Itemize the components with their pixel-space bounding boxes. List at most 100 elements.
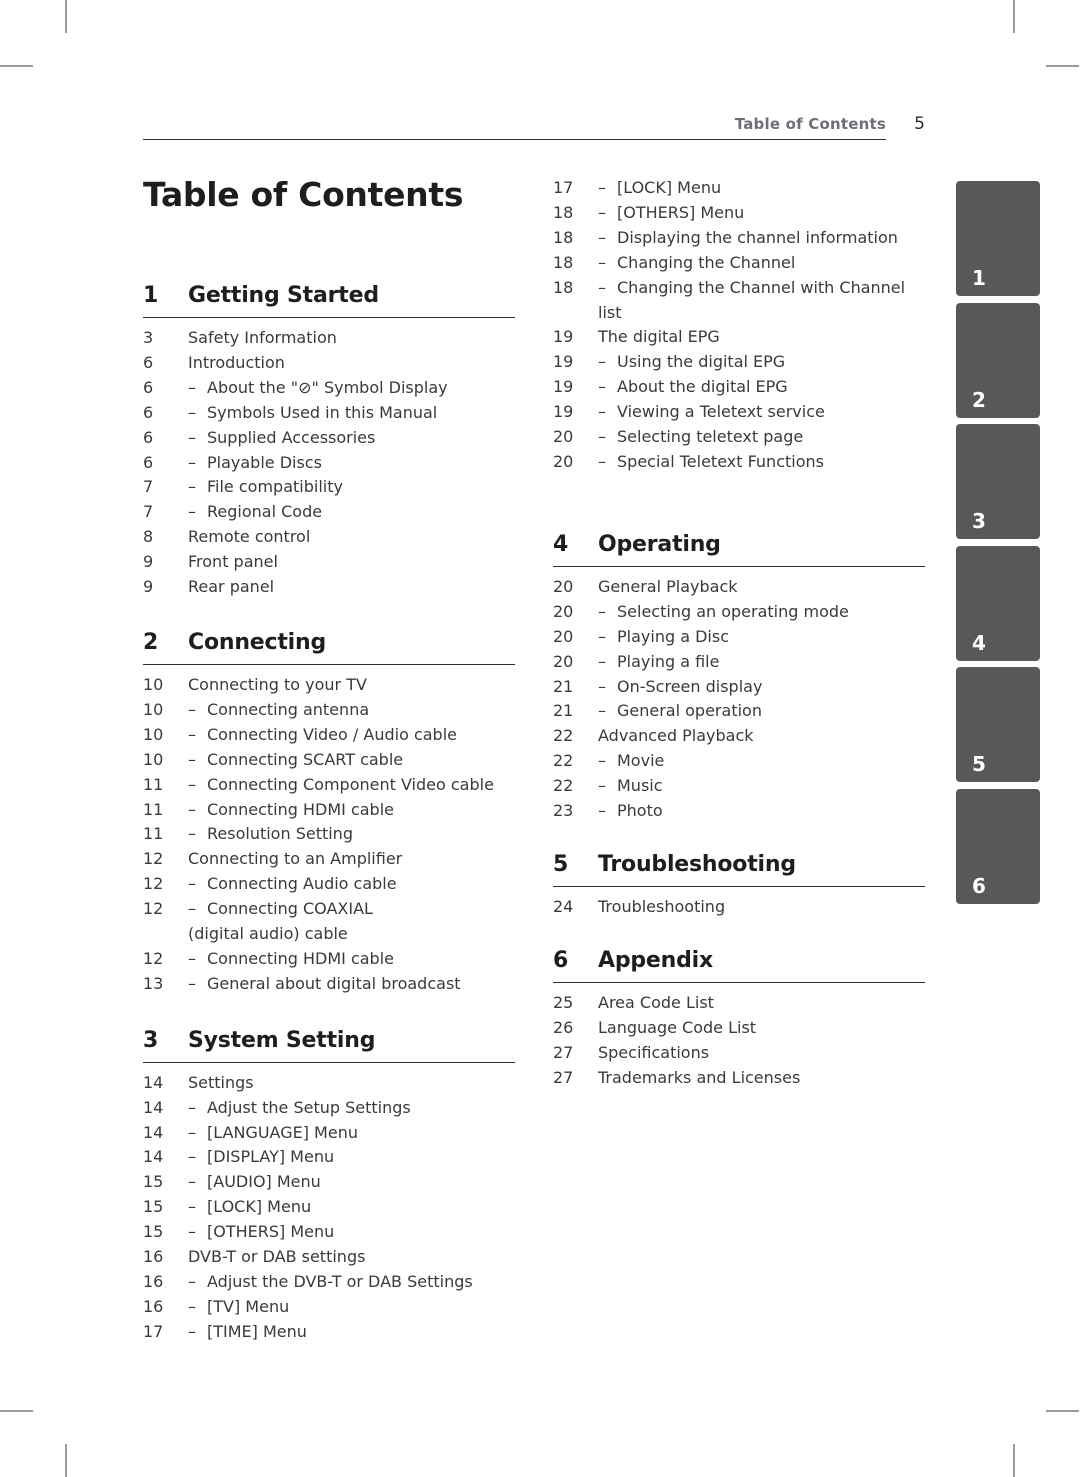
toc-entry[interactable]: 9 Rear panel (143, 575, 515, 600)
toc-entry-page: 15 (143, 1222, 164, 1242)
toc-entry-page: 17 (143, 1321, 164, 1341)
toc-entry[interactable]: 14 – [LANGUAGE] Menu (143, 1121, 515, 1146)
toc-entry[interactable]: 20 – Playing a file (553, 650, 925, 675)
toc-entry[interactable]: 25 Area Code List (553, 991, 925, 1016)
toc-entry[interactable]: 11 – Connecting Component Video cable (143, 773, 515, 798)
toc-entry[interactable]: 15 – [AUDIO] Menu (143, 1170, 515, 1195)
toc-entry[interactable]: 27 Trademarks and Licenses (553, 1066, 925, 1091)
toc-entry-text-wrap: – [LOCK] Menu (598, 176, 925, 201)
toc-entry-text-wrap: – About the "⊘" Symbol Display (188, 376, 515, 401)
dash-bullet: – (598, 377, 606, 397)
toc-entry[interactable]: 20 – Selecting an operating mode (553, 600, 925, 625)
section-title: Connecting (188, 629, 327, 655)
toc-entry[interactable]: 14 – Adjust the Setup Settings (143, 1096, 515, 1121)
toc-entry[interactable]: 12 – Connecting Audio cable (143, 872, 515, 897)
toc-entry[interactable]: 10 – Connecting antenna (143, 698, 515, 723)
toc-entry[interactable]: 7 – File compatibility (143, 475, 515, 500)
chapter-tab-1[interactable]: 1 (956, 181, 1040, 296)
toc-entry[interactable]: 18 – Displaying the channel information (553, 226, 925, 251)
chapter-tab-label: 5 (972, 752, 986, 777)
toc-entry-text-wrap: – General operation (598, 699, 925, 724)
toc-entry[interactable]: 15 – [LOCK] Menu (143, 1195, 515, 1220)
toc-entry[interactable]: 20 – Special Teletext Functions (553, 450, 925, 475)
toc-entry[interactable]: 13 – General about digital broadcast (143, 972, 515, 997)
toc-entry[interactable]: 23 – Photo (553, 799, 925, 824)
toc-entry-page: 3 (143, 328, 154, 347)
toc-entry[interactable]: 27 Specifications (553, 1041, 925, 1066)
dash-bullet: – (188, 899, 196, 919)
toc-entry[interactable]: 16 – Adjust the DVB-T or DAB Settings (143, 1270, 515, 1295)
toc-entry[interactable]: 18 – Changing the Channel (553, 251, 925, 276)
running-header-title: Table of Contents (734, 115, 886, 133)
toc-entry[interactable]: 19 – About the digital EPG (553, 375, 925, 400)
toc-entry[interactable]: 22 – Music (553, 774, 925, 799)
toc-entry-text-wrap: – On-Screen display (598, 675, 925, 700)
toc-entry-text-wrap: – Connecting Video / Audio cable (188, 723, 515, 748)
toc-entry[interactable]: 12 – Connecting COAXIAL (digital audio) cab… (143, 897, 515, 947)
chapter-tab-3[interactable]: 3 (956, 424, 1040, 540)
toc-entry[interactable]: 20 – Playing a Disc (553, 625, 925, 650)
chapter-tab-2[interactable]: 2 (956, 302, 1040, 418)
toc-entry[interactable]: 11 – Resolution Setting (143, 822, 515, 847)
toc-entry-text: Connecting SCART cable (207, 749, 404, 769)
toc-entry-text: Selecting an operating mode (617, 601, 849, 621)
toc-entry[interactable]: 14 – [DISPLAY] Menu (143, 1145, 515, 1170)
toc-entry[interactable]: 15 – [OTHERS] Menu (143, 1220, 515, 1245)
toc-entry[interactable]: 24 Troubleshooting (553, 895, 925, 920)
chapter-tab-4[interactable]: 4 (956, 545, 1040, 661)
toc-entry[interactable]: 3 Safety Information (143, 326, 515, 351)
dash-bullet: – (598, 427, 606, 447)
toc-entry[interactable]: 22 Advanced Playback (553, 724, 925, 749)
toc-entry-text: Connecting Audio cable (207, 874, 397, 894)
toc-entry[interactable]: 17 – [LOCK] Menu (553, 176, 925, 201)
toc-entry-text: [TV] Menu (207, 1296, 290, 1316)
toc-entry[interactable]: 18 – [OTHERS] Menu (553, 201, 925, 226)
toc-entry[interactable]: 6 – About the "⊘" Symbol Display (143, 376, 515, 401)
toc-entry[interactable]: 20 – Selecting teletext page (553, 425, 925, 450)
toc-entry[interactable]: 6 Introduction (143, 351, 515, 376)
chapter-tab-5[interactable]: 5 (956, 667, 1040, 783)
toc-entry[interactable]: 21 – On-Screen display (553, 675, 925, 700)
dash-bullet: – (188, 724, 196, 744)
toc-entry-page: 20 (553, 576, 574, 596)
section-title: Troubleshooting (598, 851, 796, 877)
toc-entry[interactable]: 9 Front panel (143, 550, 515, 575)
toc-entry[interactable]: 8 Remote control (143, 525, 515, 550)
toc-entry[interactable]: 21 – General operation (553, 699, 925, 724)
toc-entry-page: 12 (143, 899, 164, 919)
section-number: 1 (143, 283, 159, 308)
toc-entry[interactable]: 10 – Connecting SCART cable (143, 748, 515, 773)
toc-entry[interactable]: 11 – Connecting HDMI cable (143, 798, 515, 823)
toc-entry[interactable]: 12 Connecting to an Amplifier (143, 847, 515, 872)
toc-entry[interactable]: 6 – Supplied Accessories (143, 426, 515, 451)
dash-bullet: – (188, 477, 196, 497)
dash-bullet: – (598, 701, 606, 721)
toc-entry[interactable]: 12 – Connecting HDMI cable (143, 947, 515, 972)
toc-entry[interactable]: 18 – Changing the Channel with Channel list (553, 276, 925, 326)
toc-entry[interactable]: 6 – Playable Discs (143, 451, 515, 476)
toc-entry[interactable]: 19 The digital EPG (553, 325, 925, 350)
chapter-tab-label: 6 (972, 873, 986, 898)
toc-entry-page: 25 (553, 992, 574, 1012)
section-appendix: 6 Appendix 25 Area Code List 26 Language Code… (553, 948, 925, 1091)
toc-entry-text-wrap: – Regional Code (188, 500, 515, 525)
toc-entry[interactable]: 10 – Connecting Video / Audio cable (143, 723, 515, 748)
toc-entry[interactable]: 16 DVB-T or DAB settings (143, 1245, 515, 1270)
toc-entry[interactable]: 19 – Viewing a Teletext service (553, 400, 925, 425)
crop-mark-top-right-vertical (1013, 0, 1015, 33)
toc-entry[interactable]: 16 – [TV] Menu (143, 1295, 515, 1320)
toc-entry[interactable]: 20 General Playback (553, 575, 925, 600)
section-header: 6 Appendix (553, 948, 925, 983)
toc-entry[interactable]: 17 – [TIME] Menu (143, 1320, 515, 1345)
toc-entry[interactable]: 19 – Using the digital EPG (553, 350, 925, 375)
toc-entry[interactable]: 22 – Movie (553, 749, 925, 774)
toc-entry-page: 11 (143, 824, 164, 844)
toc-entry[interactable]: 7 – Regional Code (143, 500, 515, 525)
toc-entry-page: 19 (553, 352, 574, 372)
toc-entry[interactable]: 10 Connecting to your TV (143, 673, 515, 698)
chapter-tab-6[interactable]: 6 (956, 788, 1040, 904)
toc-entry[interactable]: 6 – Symbols Used in this Manual (143, 401, 515, 426)
toc-entry[interactable]: 14 Settings (143, 1071, 515, 1096)
page-title: Table of Contents (143, 175, 464, 214)
toc-entry[interactable]: 26 Language Code List (553, 1016, 925, 1041)
